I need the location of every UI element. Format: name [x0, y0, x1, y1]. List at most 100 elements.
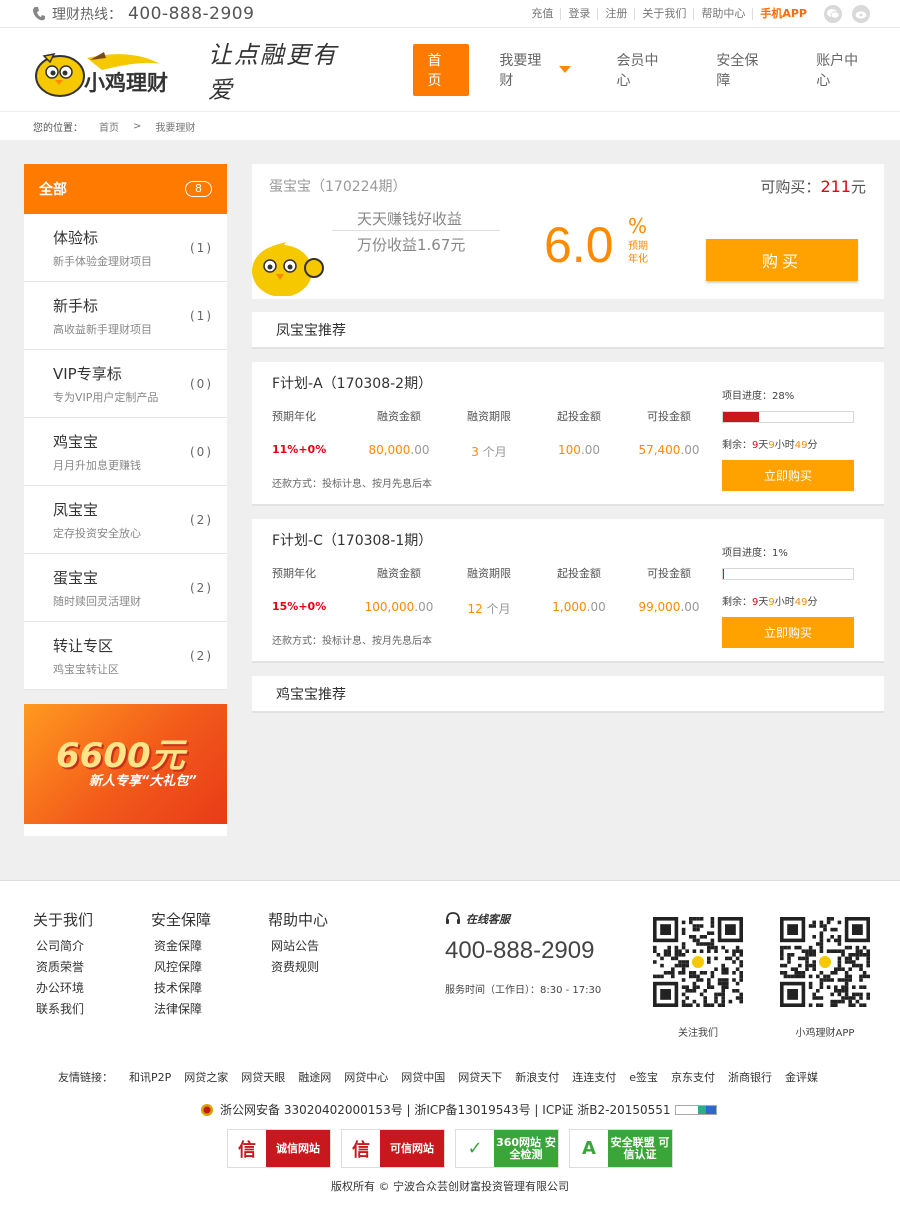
- nav-account[interactable]: 账户中心: [816, 50, 870, 90]
- friend-link[interactable]: 金评媒: [785, 1069, 818, 1085]
- friend-link[interactable]: 网贷之家: [184, 1069, 228, 1085]
- badge-text: 360网站 安全检测: [494, 1130, 558, 1167]
- friend-link[interactable]: 网贷天下: [458, 1069, 502, 1085]
- friend-link[interactable]: 网贷天眼: [241, 1069, 285, 1085]
- category-item[interactable]: 新手标 高收益新手理财项目 (1): [24, 282, 227, 350]
- rate-label-1: 预期: [628, 241, 648, 252]
- footer-link[interactable]: 风控保障: [151, 957, 211, 978]
- online-service[interactable]: 在线客服: [445, 911, 601, 927]
- nav-home[interactable]: 首页: [412, 43, 470, 96]
- hotline: 理财热线： 400-888-2909: [32, 4, 254, 24]
- buy-now-button[interactable]: 立即购买: [722, 617, 854, 648]
- friend-link[interactable]: 新浪支付: [515, 1069, 559, 1085]
- col-term: 融资期限 3 个月: [444, 408, 534, 460]
- friend-link[interactable]: 京东支付: [671, 1069, 715, 1085]
- category-count: (2): [190, 648, 213, 663]
- logo[interactable]: 小鸡理财: [32, 40, 182, 100]
- category-all[interactable]: 全部 8: [24, 164, 227, 214]
- category-item[interactable]: 体验标 新手体验金理财项目 (1): [24, 214, 227, 282]
- friend-link[interactable]: 网贷中国: [401, 1069, 445, 1085]
- trust-badge[interactable]: 信诚信网站: [227, 1129, 331, 1168]
- friend-link[interactable]: 和讯P2P: [129, 1069, 171, 1085]
- footer-link[interactable]: 资金保障: [151, 936, 211, 957]
- minute-unit: 分: [807, 440, 818, 451]
- register-link[interactable]: 注册: [598, 7, 636, 20]
- featured-buy-button[interactable]: 购买: [706, 239, 858, 281]
- category-text: 新手标 高收益新手理财项目: [53, 295, 152, 337]
- friend-link[interactable]: 连连支付: [572, 1069, 616, 1085]
- hotline-label: 理财热线：: [52, 6, 122, 23]
- category-item[interactable]: 蛋宝宝 随时赎回灵活理财 (2): [24, 554, 227, 622]
- progress-bar: [722, 411, 854, 423]
- category-item[interactable]: 鸡宝宝 月月升加息更赚钱 (0): [24, 418, 227, 486]
- category-list: 体验标 新手体验金理财项目 (1) 新手标 高收益新手理财项目 (1) VIP专享标 专为VI…: [24, 214, 227, 690]
- featured-available: 可购买：211元: [760, 176, 866, 197]
- amount-value: 100,000: [364, 600, 415, 614]
- featured-rate: 6.0: [544, 217, 614, 273]
- svg-text:小鸡理财: 小鸡理财: [84, 71, 168, 95]
- recharge-link[interactable]: 充值: [524, 7, 562, 20]
- footer-link[interactable]: 网站公告: [268, 936, 328, 957]
- category-count: (2): [190, 580, 213, 595]
- footer-link[interactable]: 资费规则: [268, 957, 328, 978]
- category-title: 体验标: [53, 228, 99, 247]
- breadcrumb-separator: >: [133, 120, 142, 132]
- product-min: 1,000.00: [534, 600, 624, 614]
- friend-link[interactable]: 网贷中心: [344, 1069, 388, 1085]
- nav-member[interactable]: 会员中心: [617, 50, 671, 90]
- trust-badge[interactable]: 信可信网站: [341, 1129, 445, 1168]
- badge-text: 可信网站: [380, 1130, 444, 1167]
- category-count: (1): [190, 240, 213, 255]
- footer: 关于我们 公司简介 资质荣誉 办公环境 联系我们 安全保障 资金保障 风控保障 …: [0, 880, 900, 1206]
- friend-link[interactable]: 融途网: [298, 1069, 331, 1085]
- category-title: 蛋宝宝: [53, 568, 99, 587]
- footer-about-title: 关于我们: [33, 911, 94, 929]
- breadcrumb-home[interactable]: 首页: [99, 119, 119, 134]
- chick-mascot-icon: [252, 242, 324, 296]
- trust-badge[interactable]: ✓ 360网站 安全检测: [455, 1129, 559, 1168]
- product-amount: 100,000.00: [354, 600, 444, 614]
- footer-link[interactable]: 办公环境: [33, 978, 93, 999]
- featured-name[interactable]: 蛋宝宝（170224期）: [269, 176, 406, 196]
- trust-badge[interactable]: A 安全联盟 可信认证: [569, 1129, 673, 1168]
- weibo-icon[interactable]: [852, 4, 870, 23]
- nav-security[interactable]: 安全保障: [716, 50, 770, 90]
- col-min: 起投金额 1,000.00: [534, 565, 624, 617]
- footer-link[interactable]: 公司简介: [33, 936, 93, 957]
- mobile-app-link[interactable]: 手机APP: [753, 7, 814, 20]
- copyright: 版权所有 © 宁波合众芸创财富投资管理有限公司: [331, 1180, 569, 1193]
- help-link[interactable]: 帮助中心: [694, 7, 754, 20]
- col-header: 预期年化: [272, 410, 316, 423]
- buy-now-button[interactable]: 立即购买: [722, 460, 854, 491]
- footer-link[interactable]: 资质荣誉: [33, 957, 93, 978]
- footer-link[interactable]: 法律保障: [151, 999, 211, 1020]
- about-link[interactable]: 关于我们: [635, 7, 695, 20]
- featured-product: 蛋宝宝（170224期） 可购买：211元 天天赚钱好收益 万份收益1.67元 …: [252, 164, 884, 299]
- footer-link[interactable]: 联系我们: [33, 999, 93, 1020]
- footer-about: 关于我们 公司简介 资质荣誉 办公环境 联系我们: [33, 909, 93, 1020]
- avail-decimal: .00: [680, 443, 700, 457]
- section-ji-recommend: 鸡宝宝推荐: [252, 676, 884, 713]
- category-item[interactable]: 转让专区 鸡宝宝转让区 (2): [24, 622, 227, 690]
- product-title[interactable]: F计划-A（170308-2期）: [272, 373, 432, 393]
- login-link[interactable]: 登录: [561, 7, 599, 20]
- qr-label-follow: 关注我们: [678, 1028, 718, 1039]
- promo-banner[interactable]: 6600元 新人专享“大礼包”: [24, 704, 227, 836]
- category-item[interactable]: 凤宝宝 定存投资安全放心 (2): [24, 486, 227, 554]
- icp-text: 浙公网安备 33020402000153号 | 浙ICP备13019543号 |…: [220, 1103, 671, 1117]
- wechat-icon[interactable]: [824, 4, 842, 23]
- avail-decimal: .00: [680, 600, 700, 614]
- col-header: 预期年化: [272, 567, 316, 580]
- category-item[interactable]: VIP专享标 专为VIP用户定制产品 (0): [24, 350, 227, 418]
- progress-fill: [723, 412, 760, 422]
- cnzz-icon[interactable]: [674, 1104, 717, 1115]
- friend-link[interactable]: 浙商银行: [728, 1069, 772, 1085]
- category-count: (1): [190, 308, 213, 323]
- footer-help: 帮助中心 网站公告 资费规则: [268, 909, 328, 978]
- badge-icon: ✓: [467, 1138, 483, 1159]
- product-amount: 80,000.00: [354, 443, 444, 457]
- product-title[interactable]: F计划-C（170308-1期）: [272, 530, 432, 550]
- footer-link[interactable]: 技术保障: [151, 978, 211, 999]
- friend-link[interactable]: e签宝: [629, 1069, 658, 1085]
- nav-invest[interactable]: 我要理财: [499, 50, 571, 90]
